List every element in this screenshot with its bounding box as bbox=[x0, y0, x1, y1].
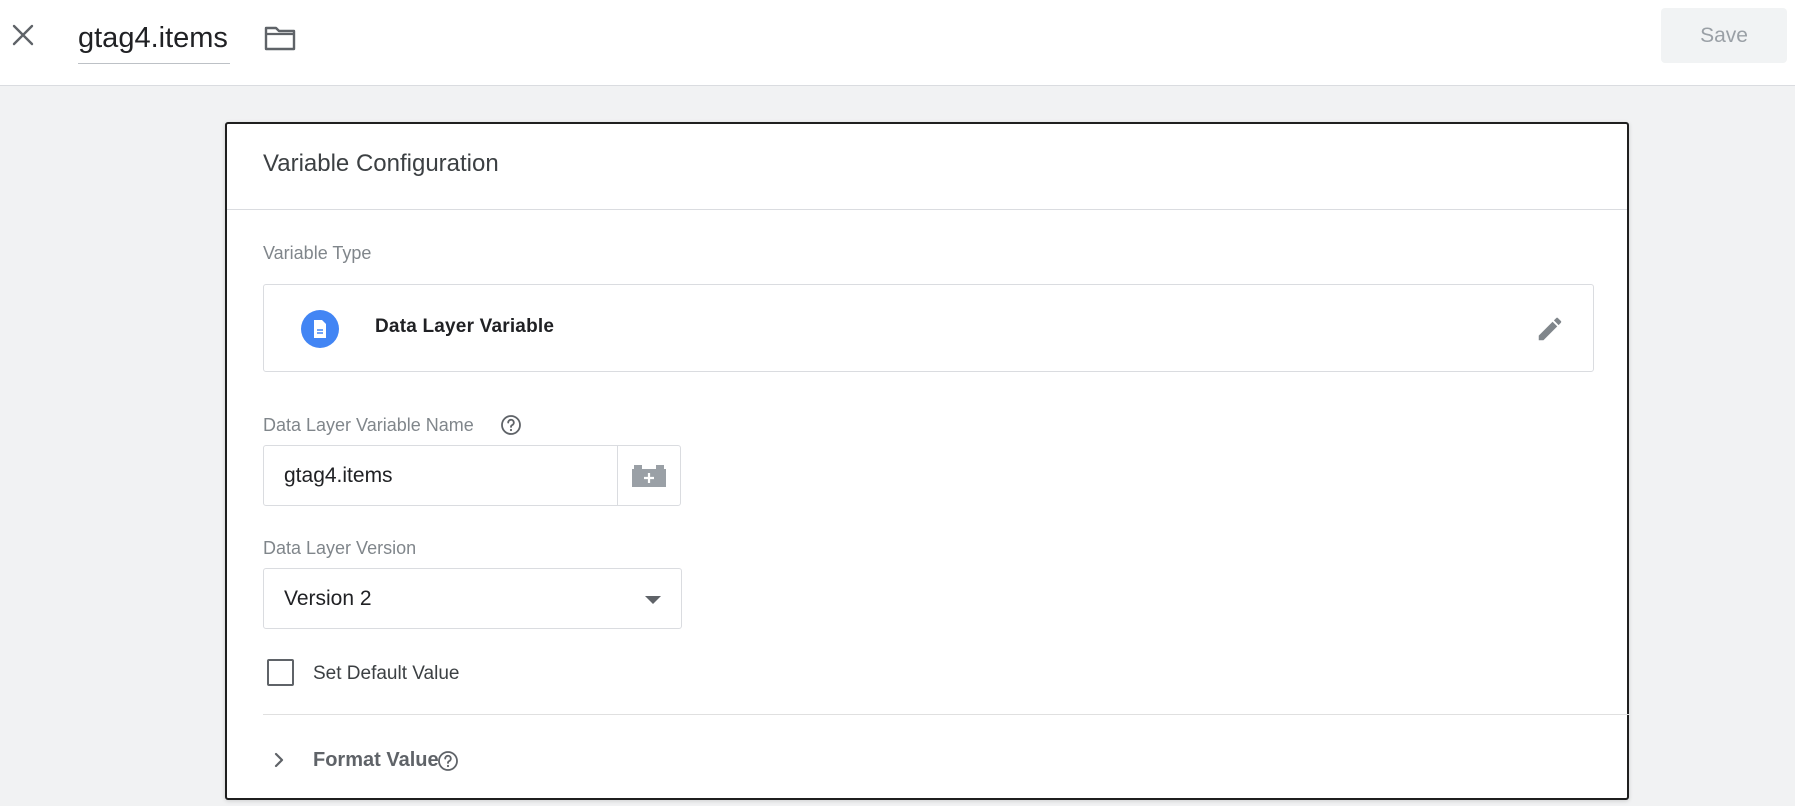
document-icon bbox=[301, 310, 339, 348]
variable-configuration-card: Variable Configuration Variable Type Dat… bbox=[225, 122, 1629, 800]
variable-name-input[interactable] bbox=[264, 446, 618, 505]
folder-icon bbox=[264, 26, 296, 51]
section-divider bbox=[263, 714, 1629, 715]
folder-button[interactable] bbox=[262, 22, 298, 54]
variable-name-label: Data Layer Variable Name bbox=[263, 415, 474, 435]
variable-picker-button[interactable] bbox=[618, 446, 680, 505]
card-header: Variable Configuration bbox=[227, 124, 1627, 210]
set-default-value-label: Set Default Value bbox=[313, 663, 460, 684]
data-layer-version-select[interactable]: Version 2 bbox=[263, 568, 682, 629]
close-icon bbox=[12, 24, 34, 46]
help-circle-icon[interactable] bbox=[500, 414, 522, 436]
top-bar: gtag4.items Save bbox=[0, 0, 1795, 86]
format-value-label: Format Value bbox=[313, 749, 439, 771]
caret-down-icon bbox=[645, 596, 661, 604]
variable-name-field bbox=[263, 445, 681, 506]
card-title: Variable Configuration bbox=[263, 150, 499, 177]
data-layer-version-value: Version 2 bbox=[284, 587, 372, 610]
save-button[interactable]: Save bbox=[1661, 8, 1787, 63]
variable-type-selector[interactable]: Data Layer Variable bbox=[263, 284, 1594, 372]
chevron-right-icon bbox=[269, 750, 289, 770]
variable-type-label: Variable Type bbox=[263, 243, 372, 263]
pencil-icon[interactable] bbox=[1533, 312, 1567, 346]
lego-brick-plus-icon bbox=[632, 464, 666, 487]
help-circle-icon[interactable] bbox=[437, 750, 459, 772]
close-button[interactable] bbox=[8, 20, 38, 50]
variable-title[interactable]: gtag4.items bbox=[78, 18, 230, 64]
data-layer-version-label: Data Layer Version bbox=[263, 538, 417, 558]
set-default-value-checkbox[interactable] bbox=[267, 659, 294, 686]
variable-type-name: Data Layer Variable bbox=[375, 316, 555, 337]
